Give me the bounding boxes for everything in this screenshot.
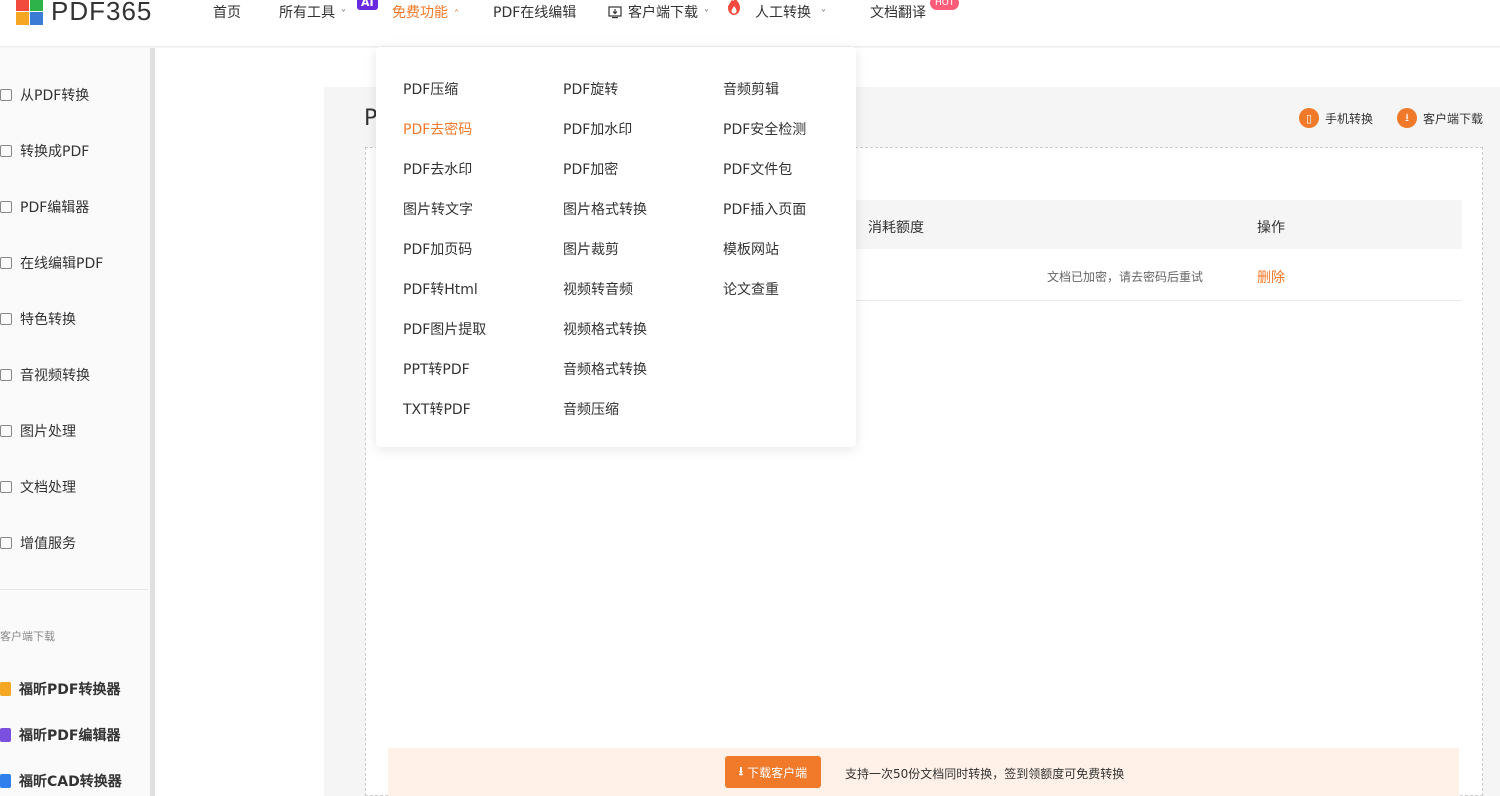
- pdf-editor-icon: [0, 201, 12, 213]
- menu-item[interactable]: PDF加密: [563, 159, 618, 179]
- star-icon: [0, 313, 12, 325]
- service-icon: [0, 537, 12, 549]
- chevron-up-icon: ˄: [454, 9, 459, 20]
- column-header-quota: 消耗额度: [868, 220, 924, 236]
- menu-item[interactable]: TXT转PDF: [403, 399, 471, 419]
- menu-item[interactable]: 音频剪辑: [723, 79, 779, 99]
- menu-item[interactable]: PDF安全检测: [723, 119, 806, 139]
- sidebar-item-from-pdf[interactable]: 从PDF转换: [0, 83, 89, 107]
- menu-item[interactable]: 音频压缩: [563, 399, 619, 419]
- menu-item[interactable]: 音频格式转换: [563, 359, 647, 379]
- menu-item[interactable]: PDF加水印: [563, 119, 632, 139]
- online-edit-icon: [0, 257, 12, 269]
- logo[interactable]: PDF365: [16, 0, 152, 27]
- menu-item[interactable]: PDF去水印: [403, 159, 472, 179]
- row-status-message: 文档已加密，请去密码后重试: [1047, 270, 1204, 284]
- media-icon: [0, 369, 12, 381]
- phone-icon: ▯: [1299, 108, 1319, 128]
- menu-item[interactable]: 模板网站: [723, 239, 779, 259]
- nav-client-download[interactable]: 客户端下载 ˅: [608, 0, 709, 26]
- menu-item[interactable]: PDF压缩: [403, 79, 458, 99]
- app-pdf-editor[interactable]: 福昕PDF编辑器: [0, 725, 120, 745]
- menu-item[interactable]: PDF转Html: [403, 279, 478, 299]
- menu-item[interactable]: 图片格式转换: [563, 199, 647, 219]
- ai-badge: AI: [357, 0, 378, 10]
- free-features-dropdown: PDF压缩 PDF去密码 PDF去水印 图片转文字 PDF加页码 PDF转Htm…: [376, 47, 856, 447]
- chevron-down-icon: ˅: [704, 9, 709, 20]
- logo-text: PDF365: [51, 0, 153, 26]
- menu-item[interactable]: PDF旋转: [563, 79, 618, 99]
- app-cad-converter[interactable]: 福昕CAD转换器: [0, 771, 122, 791]
- flame-icon: [728, 0, 740, 15]
- promo-tip: 支持一次50份文档同时转换，签到领额度可免费转换: [845, 767, 1125, 781]
- nav-home[interactable]: 首页: [213, 0, 241, 26]
- menu-item-highlighted[interactable]: PDF去密码: [403, 119, 472, 139]
- delete-button[interactable]: 删除: [1257, 267, 1285, 287]
- column-header-action: 操作: [1257, 220, 1285, 236]
- sidebar-item-image[interactable]: 图片处理: [0, 419, 76, 443]
- menu-item[interactable]: 视频格式转换: [563, 319, 647, 339]
- menu-item[interactable]: PDF加页码: [403, 239, 472, 259]
- mobile-convert-link[interactable]: ▯ 手机转换: [1299, 108, 1373, 128]
- cad-converter-app-icon: [0, 774, 11, 788]
- menu-item[interactable]: PDF文件包: [723, 159, 792, 179]
- menu-item[interactable]: 视频转音频: [563, 279, 633, 299]
- pdf-editor-app-icon: [0, 728, 11, 742]
- download-icon: ⭳: [1397, 108, 1417, 128]
- app-pdf-converter[interactable]: 福昕PDF转换器: [0, 679, 120, 699]
- sidebar-item-online-edit[interactable]: 在线编辑PDF: [0, 251, 103, 275]
- sidebar-item-pdf-editor[interactable]: PDF编辑器: [0, 195, 89, 219]
- convert-to-pdf-icon: [0, 145, 12, 157]
- nav-free-features[interactable]: 免费功能 ˄: [392, 0, 459, 26]
- nav-all-tools[interactable]: 所有工具 ˅: [279, 0, 346, 26]
- client-download-link[interactable]: ⭳ 客户端下载: [1397, 108, 1483, 128]
- menu-item[interactable]: PDF图片提取: [403, 319, 486, 339]
- sidebar-divider: [0, 589, 148, 590]
- nav-doc-translate[interactable]: 文档翻译: [870, 0, 926, 26]
- sidebar-caption: 客户端下载: [0, 630, 55, 643]
- logo-icon: [16, 0, 43, 25]
- sidebar-item-to-pdf[interactable]: 转换成PDF: [0, 139, 89, 163]
- sidebar-item-featured[interactable]: 特色转换: [0, 307, 76, 331]
- image-icon: [0, 425, 12, 437]
- download-icon: [608, 6, 622, 19]
- menu-item[interactable]: PPT转PDF: [403, 359, 470, 379]
- menu-item[interactable]: 图片裁剪: [563, 239, 619, 259]
- nav-pdf-online-edit[interactable]: PDF在线编辑: [493, 0, 576, 26]
- sidebar-item-media[interactable]: 音视频转换: [0, 363, 90, 387]
- menu-item[interactable]: 图片转文字: [403, 199, 473, 219]
- convert-from-pdf-icon: [0, 89, 12, 101]
- sidebar-item-service[interactable]: 增值服务: [0, 531, 76, 555]
- chevron-down-icon: ˅: [341, 9, 346, 20]
- chevron-down-icon: ˅: [821, 9, 826, 20]
- hot-badge: HOT: [930, 0, 960, 10]
- nav-manual-convert[interactable]: 人工转换 ˅: [755, 0, 826, 26]
- pdf-converter-app-icon: [0, 682, 11, 696]
- top-navigation: PDF365 首页 所有工具 ˅ AI 免费功能 ˄ PDF在线编辑 客户端下载 ˅ …: [0, 0, 1500, 47]
- download-client-button[interactable]: ⭳ 下载客户端: [725, 756, 821, 788]
- sidebar-item-document[interactable]: 文档处理: [0, 475, 76, 499]
- document-icon: [0, 481, 12, 493]
- menu-item[interactable]: 论文查重: [723, 279, 779, 299]
- menu-item[interactable]: PDF插入页面: [723, 199, 806, 219]
- download-arrow-icon: ⭳: [738, 763, 744, 778]
